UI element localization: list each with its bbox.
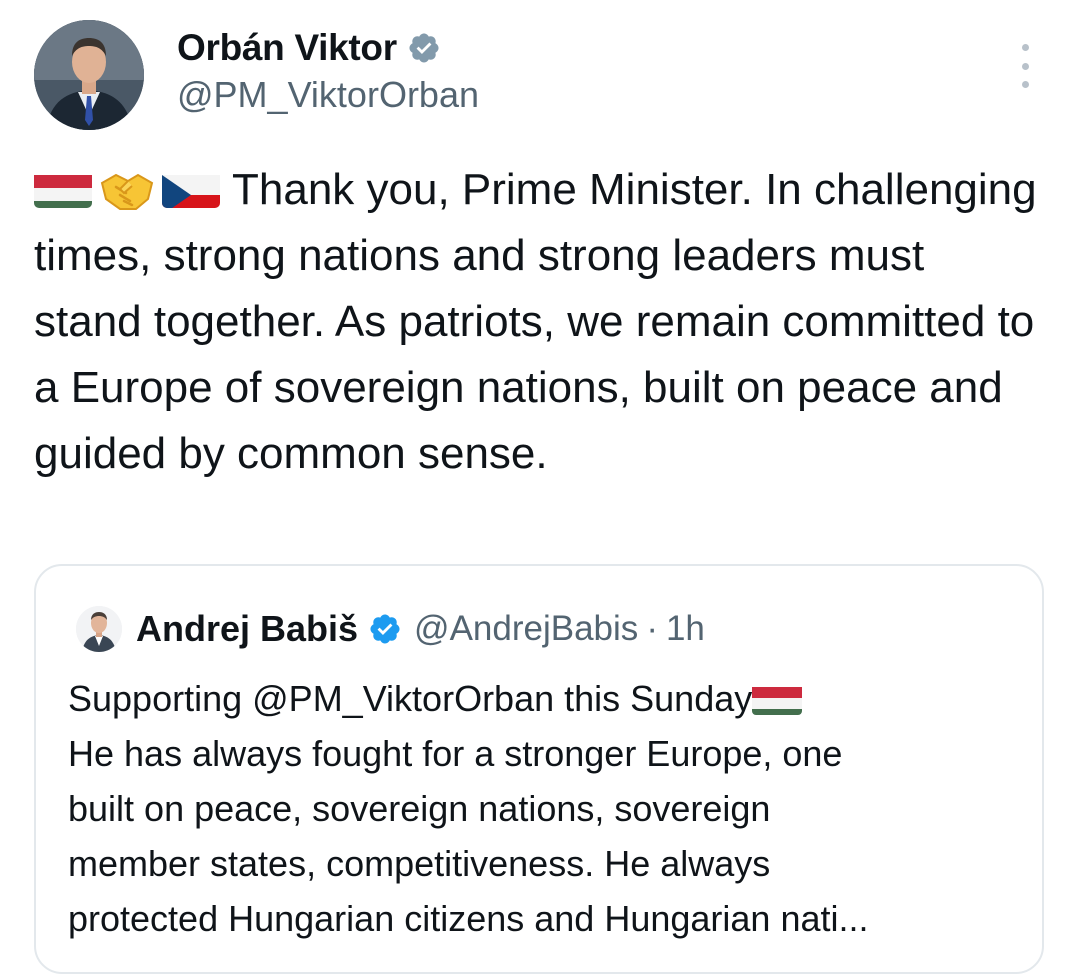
emoji-row (34, 166, 220, 210)
author-name[interactable]: Orbán Viktor (177, 27, 397, 69)
hungary-flag-icon (752, 681, 803, 715)
meta-separator: · (646, 609, 658, 648)
author-name-row: Orbán Viktor (177, 26, 441, 70)
quoted-line: protected Hungarian citizens and Hungari… (68, 898, 869, 939)
quoted-line: He has always fought for a stronger Euro… (68, 733, 843, 774)
author-avatar[interactable] (34, 20, 144, 130)
hungary-flag-icon (34, 168, 92, 208)
author-handle[interactable]: @PM_ViktorOrban (177, 74, 479, 116)
quoted-author-avatar[interactable] (76, 606, 122, 652)
tweet-body: Thank you, Prime Minister. In challengin… (34, 165, 1037, 478)
czech-flag-icon (162, 168, 220, 208)
quoted-line-text: Supporting @PM_ViktorOrban this Sunday (68, 678, 753, 719)
quoted-tweet-text: Supporting @PM_ViktorOrban this Sunday H… (68, 671, 1028, 946)
tweet-text: Thank you, Prime Minister. In challengin… (34, 157, 1044, 487)
quoted-author-name[interactable]: Andrej Babiš (136, 608, 358, 650)
verified-badge-icon[interactable] (407, 31, 441, 65)
quoted-line: Supporting @PM_ViktorOrban this Sunday (68, 671, 1028, 726)
more-dot-icon (1021, 62, 1029, 70)
quoted-author-handle[interactable]: @AndrejBabis (414, 609, 638, 649)
more-dot-icon (1021, 81, 1029, 88)
more-options-button[interactable] (1010, 44, 1040, 88)
quoted-tweet-card[interactable]: Andrej Babiš @AndrejBabis · 1h Supportin… (34, 564, 1044, 974)
more-dot-icon (1021, 44, 1029, 51)
quoted-line: built on peace, sovereign nations, sover… (68, 788, 771, 829)
quoted-timestamp[interactable]: 1h (666, 609, 705, 649)
verified-badge-blue-icon[interactable] (368, 612, 402, 646)
handshake-icon (98, 166, 156, 210)
quoted-line: member states, competitiveness. He alway… (68, 843, 771, 884)
quoted-tweet-header: Andrej Babiš @AndrejBabis · 1h (76, 602, 705, 656)
